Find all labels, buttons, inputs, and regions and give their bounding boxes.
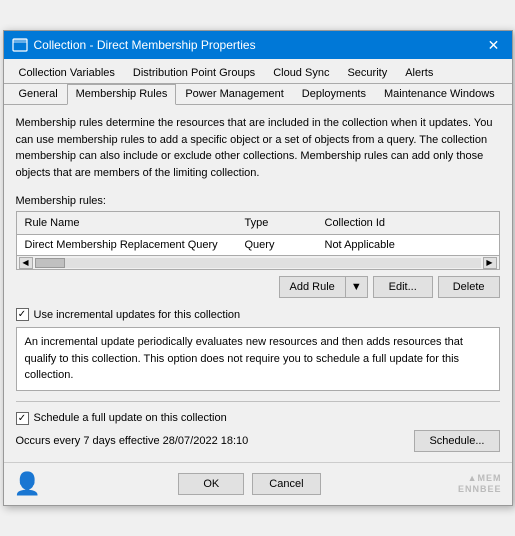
tabs-row1: Collection Variables Distribution Point … — [4, 59, 512, 84]
scroll-thumb[interactable] — [35, 258, 65, 268]
incremental-updates-description: An incremental update periodically evalu… — [16, 327, 500, 391]
add-rule-button[interactable]: Add Rule — [279, 276, 345, 298]
ok-button[interactable]: OK — [178, 473, 244, 495]
tab-distribution-point-groups[interactable]: Distribution Point Groups — [124, 63, 264, 83]
tab-power-management[interactable]: Power Management — [176, 84, 292, 104]
window-icon — [12, 37, 28, 53]
add-rule-dropdown-arrow[interactable]: ▼ — [345, 276, 368, 298]
tab-deployments[interactable]: Deployments — [293, 84, 375, 104]
close-button[interactable]: ✕ — [484, 35, 504, 55]
tab-membership-rules[interactable]: Membership Rules — [67, 84, 177, 105]
cancel-button[interactable]: Cancel — [252, 473, 320, 495]
schedule-section: Schedule a full update on this collectio… — [16, 412, 500, 452]
tab-cloud-sync[interactable]: Cloud Sync — [264, 63, 338, 83]
table-row[interactable]: Direct Membership Replacement Query Quer… — [17, 235, 499, 255]
table-header: Rule Name Type Collection Id — [17, 212, 499, 235]
divider — [16, 401, 500, 402]
bottom-buttons: OK Cancel — [178, 473, 320, 495]
rules-table: Rule Name Type Collection Id Direct Memb… — [16, 211, 500, 270]
cell-type: Query — [237, 237, 317, 253]
scroll-left-arrow[interactable]: ◀ — [19, 257, 33, 269]
membership-rules-label: Membership rules: — [16, 195, 500, 207]
occurs-text: Occurs every 7 days effective 28/07/2022… — [16, 435, 407, 447]
schedule-button[interactable]: Schedule... — [414, 430, 499, 452]
delete-button[interactable]: Delete — [438, 276, 500, 298]
watermark: ▲MEM ENNBEE — [458, 473, 502, 495]
main-window: Collection - Direct Membership Propertie… — [3, 30, 513, 506]
horizontal-scrollbar[interactable]: ◀ ▶ — [17, 255, 499, 269]
title-bar: Collection - Direct Membership Propertie… — [4, 31, 512, 59]
schedule-occurs-row: Occurs every 7 days effective 28/07/2022… — [16, 430, 500, 452]
edit-button[interactable]: Edit... — [373, 276, 433, 298]
tab-maintenance-windows[interactable]: Maintenance Windows — [375, 84, 504, 104]
col-header-collection-id: Collection Id — [317, 215, 499, 231]
incremental-updates-checkbox[interactable] — [16, 308, 29, 321]
tab-collection-variables[interactable]: Collection Variables — [10, 63, 124, 83]
cell-collection-id: Not Applicable — [317, 237, 499, 253]
window-title: Collection - Direct Membership Propertie… — [34, 38, 256, 52]
title-bar-left: Collection - Direct Membership Propertie… — [12, 37, 256, 53]
col-header-type: Type — [237, 215, 317, 231]
add-rule-button-group: Add Rule ▼ — [279, 276, 368, 298]
incremental-updates-label: Use incremental updates for this collect… — [34, 309, 241, 321]
tab-alerts[interactable]: Alerts — [396, 63, 442, 83]
schedule-label: Schedule a full update on this collectio… — [34, 412, 227, 424]
cell-rule-name: Direct Membership Replacement Query — [17, 237, 237, 253]
table-buttons: Add Rule ▼ Edit... Delete — [16, 276, 500, 298]
bottom-bar: 👤 OK Cancel ▲MEM ENNBEE — [4, 462, 512, 505]
schedule-checkbox-row: Schedule a full update on this collectio… — [16, 412, 500, 425]
content-area: Membership rules determine the resources… — [4, 105, 512, 462]
scroll-right-arrow[interactable]: ▶ — [483, 257, 497, 269]
schedule-checkbox[interactable] — [16, 412, 29, 425]
description-text: Membership rules determine the resources… — [16, 115, 500, 181]
tabs-row2: General Membership Rules Power Managemen… — [4, 84, 512, 105]
col-header-rule-name: Rule Name — [17, 215, 237, 231]
user-icon: 👤 — [14, 471, 41, 497]
tab-general[interactable]: General — [10, 84, 67, 104]
scroll-track[interactable] — [35, 258, 481, 268]
incremental-updates-row: Use incremental updates for this collect… — [16, 308, 500, 321]
tab-security[interactable]: Security — [338, 63, 396, 83]
